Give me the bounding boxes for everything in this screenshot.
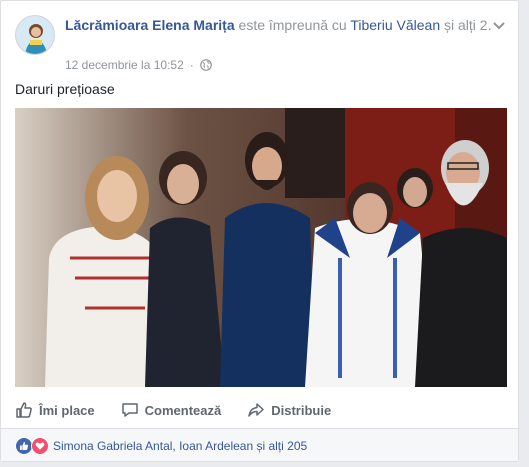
avatar-image — [16, 16, 54, 54]
author-name[interactable]: Lăcrămioara Elena Marița — [65, 17, 235, 33]
others-text[interactable]: și alți 2. — [440, 17, 491, 33]
globe-icon[interactable] — [199, 59, 212, 71]
share-icon — [248, 403, 264, 417]
comment-button[interactable]: Comentează — [121, 401, 222, 419]
action-bar: Îmi place Comentează Distribuie — [15, 394, 506, 426]
share-label: Distribuie — [271, 402, 332, 418]
post-card: Lăcrămioara Elena Marița este împreună c… — [0, 0, 519, 462]
tagged-person[interactable]: Tiberiu Vălean — [350, 17, 440, 33]
post-header: Lăcrămioara Elena Marița este împreună c… — [15, 13, 510, 73]
love-icon — [31, 437, 49, 455]
thumbs-up-icon — [16, 402, 32, 418]
share-button[interactable]: Distribuie — [247, 401, 331, 419]
post-photo[interactable] — [15, 108, 507, 387]
reactions-footer: Simona Gabriela Antal, Ioan Ardelean și … — [1, 429, 518, 461]
like-button[interactable]: Îmi place — [15, 401, 95, 419]
comment-label: Comentează — [144, 402, 222, 418]
chevron-down-icon[interactable] — [492, 21, 506, 31]
comment-icon — [121, 403, 138, 417]
post-header-text: Lăcrămioara Elena Marița este împreună c… — [65, 15, 505, 36]
author-avatar[interactable] — [15, 15, 55, 55]
likers-text[interactable]: Simona Gabriela Antal, Ioan Ardelean și … — [53, 439, 307, 453]
post-meta: 12 decembrie la 10:52 · — [65, 58, 212, 72]
post-timestamp[interactable]: 12 decembrie la 10:52 — [65, 58, 184, 72]
group-photo-image — [15, 108, 507, 387]
reactions-summary[interactable]: Simona Gabriela Antal, Ioan Ardelean și … — [15, 437, 307, 455]
with-text: este împreună cu — [234, 17, 351, 33]
post-text: Daruri prețioase — [15, 81, 115, 97]
like-label: Îmi place — [39, 402, 95, 418]
